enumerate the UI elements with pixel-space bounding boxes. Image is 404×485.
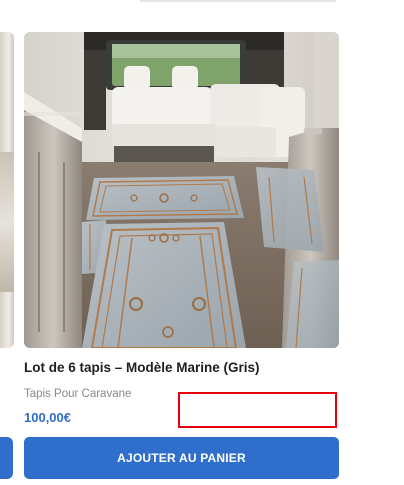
product-image[interactable] [24, 32, 339, 348]
highlight-box [178, 392, 337, 428]
product-category[interactable]: Tapis Pour Caravane [24, 386, 131, 402]
previous-product-image[interactable] [0, 32, 14, 348]
divider [140, 0, 336, 2]
product-price: 100,00€ [24, 410, 71, 425]
previous-add-to-cart-button[interactable] [0, 437, 13, 479]
add-to-cart-button[interactable]: AJOUTER AU PANIER [24, 437, 339, 479]
product-grid: Lot de 6 tapis – Modèle Marine (Gris) Ta… [0, 0, 404, 485]
product-title[interactable]: Lot de 6 tapis – Modèle Marine (Gris) [24, 359, 339, 377]
product-card: Lot de 6 tapis – Modèle Marine (Gris) Ta… [24, 32, 339, 482]
